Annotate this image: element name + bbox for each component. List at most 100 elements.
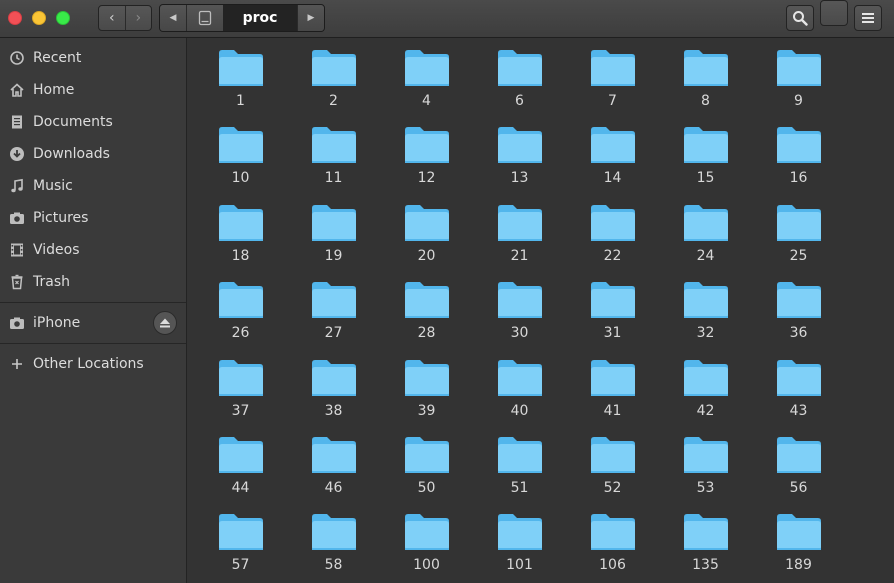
folder-item[interactable]: 41 bbox=[566, 359, 659, 436]
folder-label: 52 bbox=[603, 479, 622, 496]
folder-label: 2 bbox=[329, 93, 338, 109]
folder-item[interactable]: 36 bbox=[752, 281, 845, 358]
chevron-right-icon: › bbox=[135, 10, 142, 26]
folder-label: 1 bbox=[236, 93, 245, 109]
folder-item[interactable]: 2 bbox=[287, 49, 380, 126]
folder-item[interactable]: 4 bbox=[380, 49, 473, 126]
folder-item[interactable]: 18 bbox=[194, 204, 287, 281]
folder-item[interactable]: 189 bbox=[752, 513, 845, 583]
folder-icon bbox=[590, 282, 635, 319]
home-icon bbox=[8, 82, 25, 98]
folder-item[interactable]: 37 bbox=[194, 359, 287, 436]
path-bar: ◀ proc ▶ bbox=[159, 4, 325, 32]
folder-icon bbox=[590, 204, 635, 241]
folder-item[interactable]: 57 bbox=[194, 513, 287, 583]
folder-item[interactable]: 38 bbox=[287, 359, 380, 436]
folder-item[interactable]: 42 bbox=[659, 359, 752, 436]
folder-item[interactable]: 9 bbox=[752, 49, 845, 126]
folder-item[interactable]: 100 bbox=[380, 513, 473, 583]
view-mode-button[interactable] bbox=[512, 0, 848, 56]
folder-item[interactable]: 11 bbox=[287, 126, 380, 203]
folder-item[interactable]: 53 bbox=[659, 436, 752, 513]
folder-item[interactable]: 1 bbox=[194, 49, 287, 126]
folder-label: 11 bbox=[324, 170, 343, 187]
folder-item[interactable]: 40 bbox=[473, 359, 566, 436]
folder-label: 106 bbox=[599, 557, 626, 574]
sidebar-item-label: Other Locations bbox=[33, 356, 144, 372]
back-button[interactable]: ‹ bbox=[99, 6, 125, 30]
eject-button[interactable] bbox=[153, 311, 177, 335]
folder-item[interactable]: 135 bbox=[659, 513, 752, 583]
drive-icon bbox=[198, 10, 212, 26]
folder-item[interactable]: 6 bbox=[473, 49, 566, 126]
maximize-window-button[interactable] bbox=[56, 11, 70, 25]
sidebar-item-other-locations[interactable]: Other Locations bbox=[0, 348, 186, 380]
folder-item[interactable]: 52 bbox=[566, 436, 659, 513]
folder-item[interactable]: 44 bbox=[194, 436, 287, 513]
folder-icon bbox=[590, 359, 635, 396]
folder-label: 6 bbox=[515, 93, 524, 109]
sidebar-item-videos[interactable]: Videos bbox=[0, 234, 186, 266]
sidebar-item-home[interactable]: Home bbox=[0, 74, 186, 106]
folder-label: 19 bbox=[324, 247, 343, 264]
path-current-folder[interactable]: proc bbox=[223, 5, 297, 31]
folder-item[interactable]: 7 bbox=[566, 49, 659, 126]
folder-item[interactable]: 50 bbox=[380, 436, 473, 513]
folder-item[interactable]: 25 bbox=[752, 204, 845, 281]
search-button[interactable] bbox=[786, 5, 814, 31]
folder-item[interactable]: 28 bbox=[380, 281, 473, 358]
sidebar-item-music[interactable]: Music bbox=[0, 170, 186, 202]
folder-item[interactable]: 14 bbox=[566, 126, 659, 203]
folder-item[interactable]: 27 bbox=[287, 281, 380, 358]
sidebar-item-downloads[interactable]: Downloads bbox=[0, 138, 186, 170]
folder-item[interactable]: 26 bbox=[194, 281, 287, 358]
folder-item[interactable]: 106 bbox=[566, 513, 659, 583]
folder-icon bbox=[776, 359, 821, 396]
folder-icon bbox=[497, 282, 542, 319]
folder-label: 101 bbox=[506, 557, 533, 574]
folder-label: 21 bbox=[510, 247, 529, 264]
header-bar: ‹ › ◀ proc ▶ bbox=[0, 0, 894, 56]
menu-button[interactable] bbox=[854, 5, 882, 31]
folder-item[interactable]: 51 bbox=[473, 436, 566, 513]
close-window-button[interactable] bbox=[8, 11, 22, 25]
path-root-button[interactable] bbox=[187, 5, 223, 31]
folder-item[interactable]: 39 bbox=[380, 359, 473, 436]
folder-item[interactable]: 19 bbox=[287, 204, 380, 281]
folder-item[interactable]: 30 bbox=[473, 281, 566, 358]
folder-item[interactable]: 20 bbox=[380, 204, 473, 281]
folder-item[interactable]: 46 bbox=[287, 436, 380, 513]
path-scroll-right-button[interactable]: ▶ bbox=[297, 5, 324, 31]
folder-label: 58 bbox=[324, 557, 343, 574]
sidebar-item-recent[interactable]: Recent bbox=[0, 42, 186, 74]
folder-item[interactable]: 56 bbox=[752, 436, 845, 513]
sidebar-item-iphone[interactable]: iPhone bbox=[0, 307, 186, 339]
folder-item[interactable]: 58 bbox=[287, 513, 380, 583]
folder-item[interactable]: 101 bbox=[473, 513, 566, 583]
folder-item[interactable]: 13 bbox=[473, 126, 566, 203]
sidebar-item-pictures[interactable]: Pictures bbox=[0, 202, 186, 234]
sidebar-item-trash[interactable]: Trash bbox=[0, 266, 186, 298]
folder-icon bbox=[683, 359, 728, 396]
eject-icon bbox=[160, 318, 170, 328]
folder-item[interactable]: 15 bbox=[659, 126, 752, 203]
folder-item[interactable]: 43 bbox=[752, 359, 845, 436]
folder-icon bbox=[218, 282, 263, 319]
forward-button[interactable]: › bbox=[124, 6, 152, 30]
path-scroll-left-button[interactable]: ◀ bbox=[160, 5, 187, 31]
folder-item[interactable]: 22 bbox=[566, 204, 659, 281]
folder-item[interactable]: 31 bbox=[566, 281, 659, 358]
folder-item[interactable]: 10 bbox=[194, 126, 287, 203]
folder-item[interactable]: 21 bbox=[473, 204, 566, 281]
folder-item[interactable]: 24 bbox=[659, 204, 752, 281]
folder-item[interactable]: 16 bbox=[752, 126, 845, 203]
sidebar-item-documents[interactable]: Documents bbox=[0, 106, 186, 138]
minimize-window-button[interactable] bbox=[32, 11, 46, 25]
folder-item[interactable]: 32 bbox=[659, 281, 752, 358]
sidebar-item-label: Documents bbox=[33, 114, 113, 130]
folder-item[interactable]: 8 bbox=[659, 49, 752, 126]
folder-label: 10 bbox=[231, 170, 250, 187]
folder-icon bbox=[404, 514, 449, 551]
folder-icon bbox=[776, 127, 821, 164]
folder-item[interactable]: 12 bbox=[380, 126, 473, 203]
